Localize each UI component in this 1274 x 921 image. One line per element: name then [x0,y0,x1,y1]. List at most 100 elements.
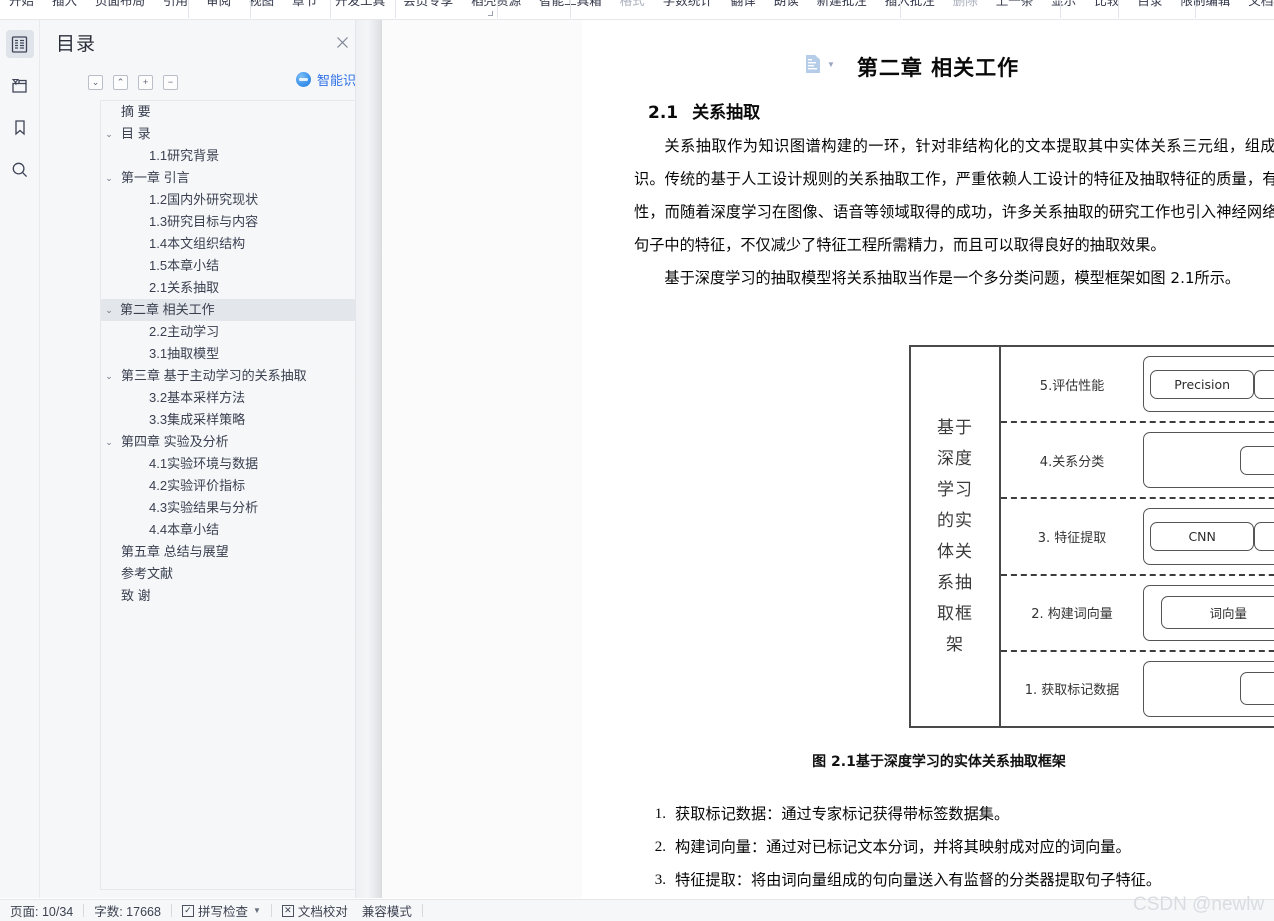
list-item-number: 3. [654,872,666,888]
list-item-text: 关系分类：句子特征向量经过线性/非线性变化之后，送入softmax 分类，得到目… [675,897,1220,898]
toc-item-label: 第五章 总结与展望 [121,544,229,559]
toc-item-label: 第二章 相关工作 [120,302,215,317]
figure-row-box: 专家标记 [1143,660,1274,718]
collapse-level-button[interactable]: − [163,74,178,90]
paragraph: 基于深度学习的抽取模型将关系抽取当作是一个多分类问题，模型框架如图 2.1所示。 [664,269,1241,287]
figure-chip: Precision [1150,369,1255,399]
toc-item[interactable]: ⌄ 目 录 [101,123,381,145]
tool-glyph: + [142,76,149,87]
toc-item[interactable]: 2.1关系抽取 [101,277,381,299]
toc-item-label: 目 录 [121,126,151,141]
toc-item-label: 4.1实验环境与数据 [149,456,259,471]
toc-item[interactable]: ⌄ 第二章 相关工作 [101,299,381,321]
list-item-text: 特征提取：将由词向量组成的句向量送入有监督的分类器提取句子特征。 [675,871,1161,889]
toc-item[interactable]: 2.2主动学习 [101,321,381,343]
expand-level-button[interactable]: + [138,74,153,90]
collapse-up-button[interactable]: ⌃ [113,74,128,90]
toc-item[interactable]: 1.2国内外研究现状 [101,189,381,211]
toc-item-label: 3.3集成采样策略 [149,412,246,427]
figure-row-label: 5.评估性能 [1039,378,1105,394]
status-divider [170,904,172,917]
page-title: 第二章 相关工作 [856,56,1020,80]
toc-item[interactable]: ⌄ 第四章 实验及分析 [101,431,381,453]
chevron-down-icon[interactable]: ⌄ [101,365,117,387]
figure-row: 4.关系分类 softmax [1001,421,1274,497]
figure-row: 3. 特征提取 CNNRNNBi-LSTM [1001,497,1274,573]
toc-list[interactable]: 摘 要 ⌄ 目 录 1.1研究背景 ⌄ 第一章 引言 1.2国内外研究现状 1.3研究目标与内… [100,100,382,890]
toc-item[interactable]: ⌄ 第一章 引言 [101,167,381,189]
toc-item[interactable]: 摘 要 [101,101,381,123]
status-word-count: 字数: 17668 [94,905,161,919]
bookmark-icon[interactable] [6,114,34,142]
tool-glyph: ⌄ [91,76,100,87]
status-compat-mode[interactable]: 兼容模式 [362,901,412,920]
list-item-number: 2. [654,839,666,855]
toc-item-label: 参考文献 [121,566,174,581]
status-proofread[interactable]: ✕ 文档校对 [281,901,348,920]
toc-item[interactable]: 1.4本文组织结构 [101,233,381,255]
check-icon: ✓ [181,904,194,917]
toc-item[interactable]: 参考文献 [101,563,381,585]
toc-item[interactable]: 1.3研究目标与内容 [101,211,381,233]
toc-item[interactable]: 4.3实验结果与分析 [101,497,381,519]
section-number: 2.1 [648,103,679,123]
toc-item[interactable]: ⌄ 第三章 基于主动学习的关系抽取 [101,365,381,387]
status-bar: 页面: 10/34 字数: 17668 ✓ 拼写检查 ▼ ✕ 文档校对 兼容模式 [0,899,1274,921]
status-divider [83,904,85,917]
toc-item[interactable]: 3.3集成采样策略 [101,409,381,431]
ribbon-dialog-launcher[interactable] [488,11,493,16]
figure-row-box: 词向量位置向量 [1143,584,1274,641]
toc-item-label: 4.4本章小结 [149,522,220,537]
figure-left-label: 基于深度学习的实体关系抽取框架 [937,417,973,655]
smart-ai-icon [296,72,311,87]
chevron-down-icon[interactable]: ▼ [253,906,261,915]
chevron-down-icon[interactable]: ⌄ [101,299,117,321]
status-page: 页面: 10/34 [10,905,74,919]
figure-left-column: 基于深度学习的实体关系抽取框架 [911,347,1001,726]
toc-item-label: 摘 要 [121,104,151,119]
tool-glyph: ⌃ [116,76,125,87]
search-icon[interactable] [6,156,34,184]
figure-row-box: PrecisionRecallF1分数 [1143,356,1274,413]
status-divider [270,904,272,917]
document-page[interactable]: ▼ 第二章 相关工作 2.1 关系抽取 关系抽取作为知识图谱构建的一环，针对非结构… [582,20,1274,898]
ribbon-bar: 开始插入页面布局引用审阅视图章节开发工具会员专享稻壳资源智能工具箱格式字数统计翻… [0,0,1274,20]
chevron-down-icon[interactable]: ⌄ [101,167,117,189]
proofread-label: 文档校对 [297,905,348,919]
paragraph: 关系抽取作为知识图谱构建的一环，针对非结构化的文本提取其中实体关系三元组，组成结… [634,137,1274,254]
wps-writer-window: 开始插入页面布局引用审阅视图章节开发工具会员专享稻壳资源智能工具箱格式字数统计翻… [0,0,1274,921]
toc-panel: 目录 ⌄⌃+− 智能识别目录 摘 要⌄目 录1.1研究背景⌄第一章 引言1.2国… [40,20,395,898]
toc-item[interactable]: 1.5本章小结 [101,255,381,277]
figure-rows: 5.评估性能 PrecisionRecallF1分数 4.关系分类 softmax 3.… [1001,347,1274,726]
toc-item-label: 4.3实验结果与分析 [149,500,259,515]
status-spellcheck[interactable]: ✓ 拼写检查 ▼ [181,901,261,920]
figure-row-label: 1. 获取标记数据 [1024,683,1120,699]
toc-item[interactable]: 第五章 总结与展望 [101,541,381,563]
toc-item-label: 3.2基本采样方法 [149,390,246,405]
close-icon[interactable] [332,32,352,52]
toc-item[interactable]: 1.1研究背景 [101,145,381,167]
collapse-down-button[interactable]: ⌄ [88,74,103,90]
spellcheck-label: 拼写检查 [197,905,248,919]
catalog-icon[interactable] [5,30,34,58]
figure-diagram: 基于深度学习的实体关系抽取框架 5.评估性能 PrecisionRecallF1分… [909,345,1274,728]
chevron-down-icon[interactable]: ⌄ [101,431,117,453]
tool-glyph: − [167,76,174,87]
toc-item[interactable]: 4.4本章小结 [101,519,381,541]
section-heading: 2.1 关系抽取 [648,98,760,123]
figure-row: 5.评估性能 PrecisionRecallF1分数 [1001,347,1274,421]
toc-item[interactable]: 3.2基本采样方法 [101,387,381,409]
toc-item-label: 第一章 引言 [121,170,190,185]
document-viewport: ▼ 第二章 相关工作 2.1 关系抽取 关系抽取作为知识图谱构建的一环，针对非结构… [356,20,1274,898]
figure-row-label: 4.关系分类 [1039,454,1105,470]
toc-item[interactable]: 4.2实验评价指标 [101,475,381,497]
toc-item[interactable]: 3.1抽取模型 [101,343,381,365]
toc-toolbar: ⌄⌃+− 智能识别目录 [88,70,395,94]
figure-row-box: softmax [1143,432,1274,489]
figure-row-label: 2. 构建词向量 [1031,607,1113,623]
toc-item[interactable]: 致 谢 [101,585,381,607]
folder-filter-icon[interactable] [6,72,34,100]
chevron-down-icon[interactable]: ⌄ [101,123,117,145]
toc-item[interactable]: 4.1实验环境与数据 [101,453,381,475]
page-edge-shadow [356,20,382,898]
